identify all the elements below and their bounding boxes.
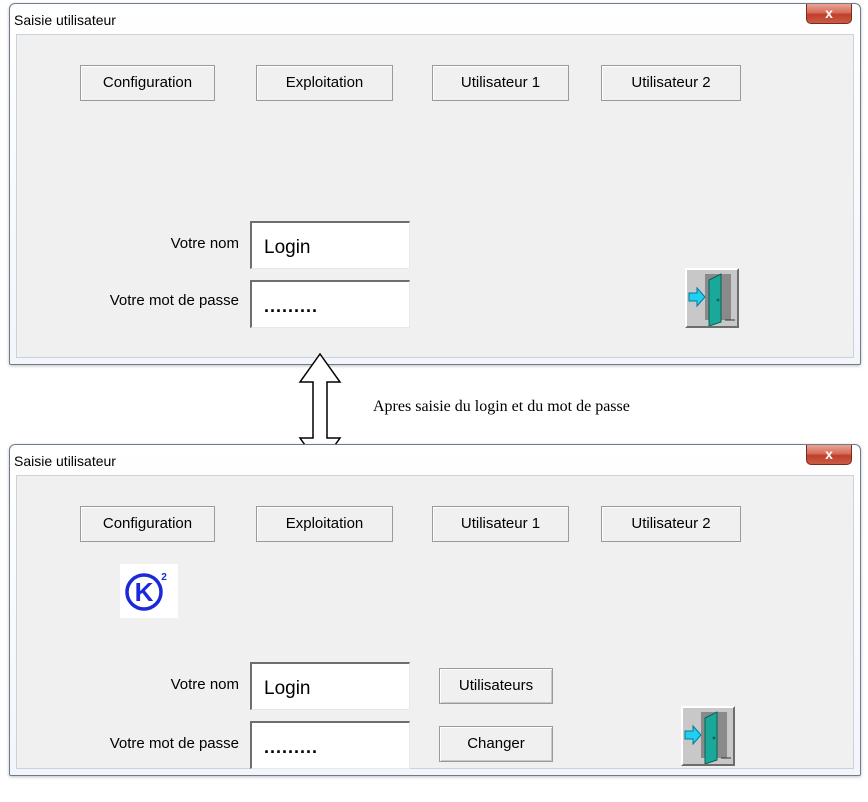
window-client-area: Configuration Exploitation Utilisateur 1… xyxy=(16,34,854,358)
close-button[interactable]: x xyxy=(806,4,852,24)
login-window-after: Saisie utilisateur x Configuration Explo… xyxy=(9,444,861,776)
tab-exploitation[interactable]: Exploitation xyxy=(256,506,393,542)
utilisateurs-button[interactable]: Utilisateurs xyxy=(439,668,553,704)
title-bar[interactable]: Saisie utilisateur x xyxy=(10,445,860,475)
tab-utilisateur-2[interactable]: Utilisateur 2 xyxy=(601,506,741,542)
k2-logo: K 2 xyxy=(120,564,178,618)
name-label: Votre nom xyxy=(170,235,239,252)
title-bar[interactable]: Saisie utilisateur x xyxy=(10,4,860,34)
tab-utilisateur-1[interactable]: Utilisateur 1 xyxy=(432,506,569,542)
name-field[interactable]: Login xyxy=(250,221,410,269)
logo-letter: K xyxy=(135,577,154,607)
annotation-text: Apres saisie du login et du mot de passe xyxy=(373,398,630,415)
window-client-area: Configuration Exploitation Utilisateur 1… xyxy=(16,475,854,769)
tab-configuration[interactable]: Configuration xyxy=(80,65,215,101)
exit-door-icon xyxy=(684,711,731,765)
logo-superscript: 2 xyxy=(161,572,167,583)
tab-configuration[interactable]: Configuration xyxy=(80,506,215,542)
name-label: Votre nom xyxy=(170,676,239,693)
close-icon: x xyxy=(825,446,833,462)
exit-button[interactable] xyxy=(685,268,739,328)
window-title: Saisie utilisateur xyxy=(14,453,116,469)
exit-door-icon xyxy=(688,273,735,327)
window-title: Saisie utilisateur xyxy=(14,12,116,28)
password-field[interactable]: ......... xyxy=(250,721,410,769)
changer-button[interactable]: Changer xyxy=(439,726,553,762)
password-label: Votre mot de passe xyxy=(109,735,239,752)
tab-utilisateur-2[interactable]: Utilisateur 2 xyxy=(601,65,741,101)
tab-exploitation[interactable]: Exploitation xyxy=(256,65,393,101)
password-field[interactable]: ......... xyxy=(250,280,410,328)
close-icon: x xyxy=(825,5,833,21)
tab-utilisateur-1[interactable]: Utilisateur 1 xyxy=(432,65,569,101)
close-button[interactable]: x xyxy=(806,445,852,465)
password-label: Votre mot de passe xyxy=(109,292,239,309)
exit-button[interactable] xyxy=(681,706,735,766)
login-window-before: Saisie utilisateur x Configuration Explo… xyxy=(9,3,861,365)
name-field[interactable]: Login xyxy=(250,662,410,710)
